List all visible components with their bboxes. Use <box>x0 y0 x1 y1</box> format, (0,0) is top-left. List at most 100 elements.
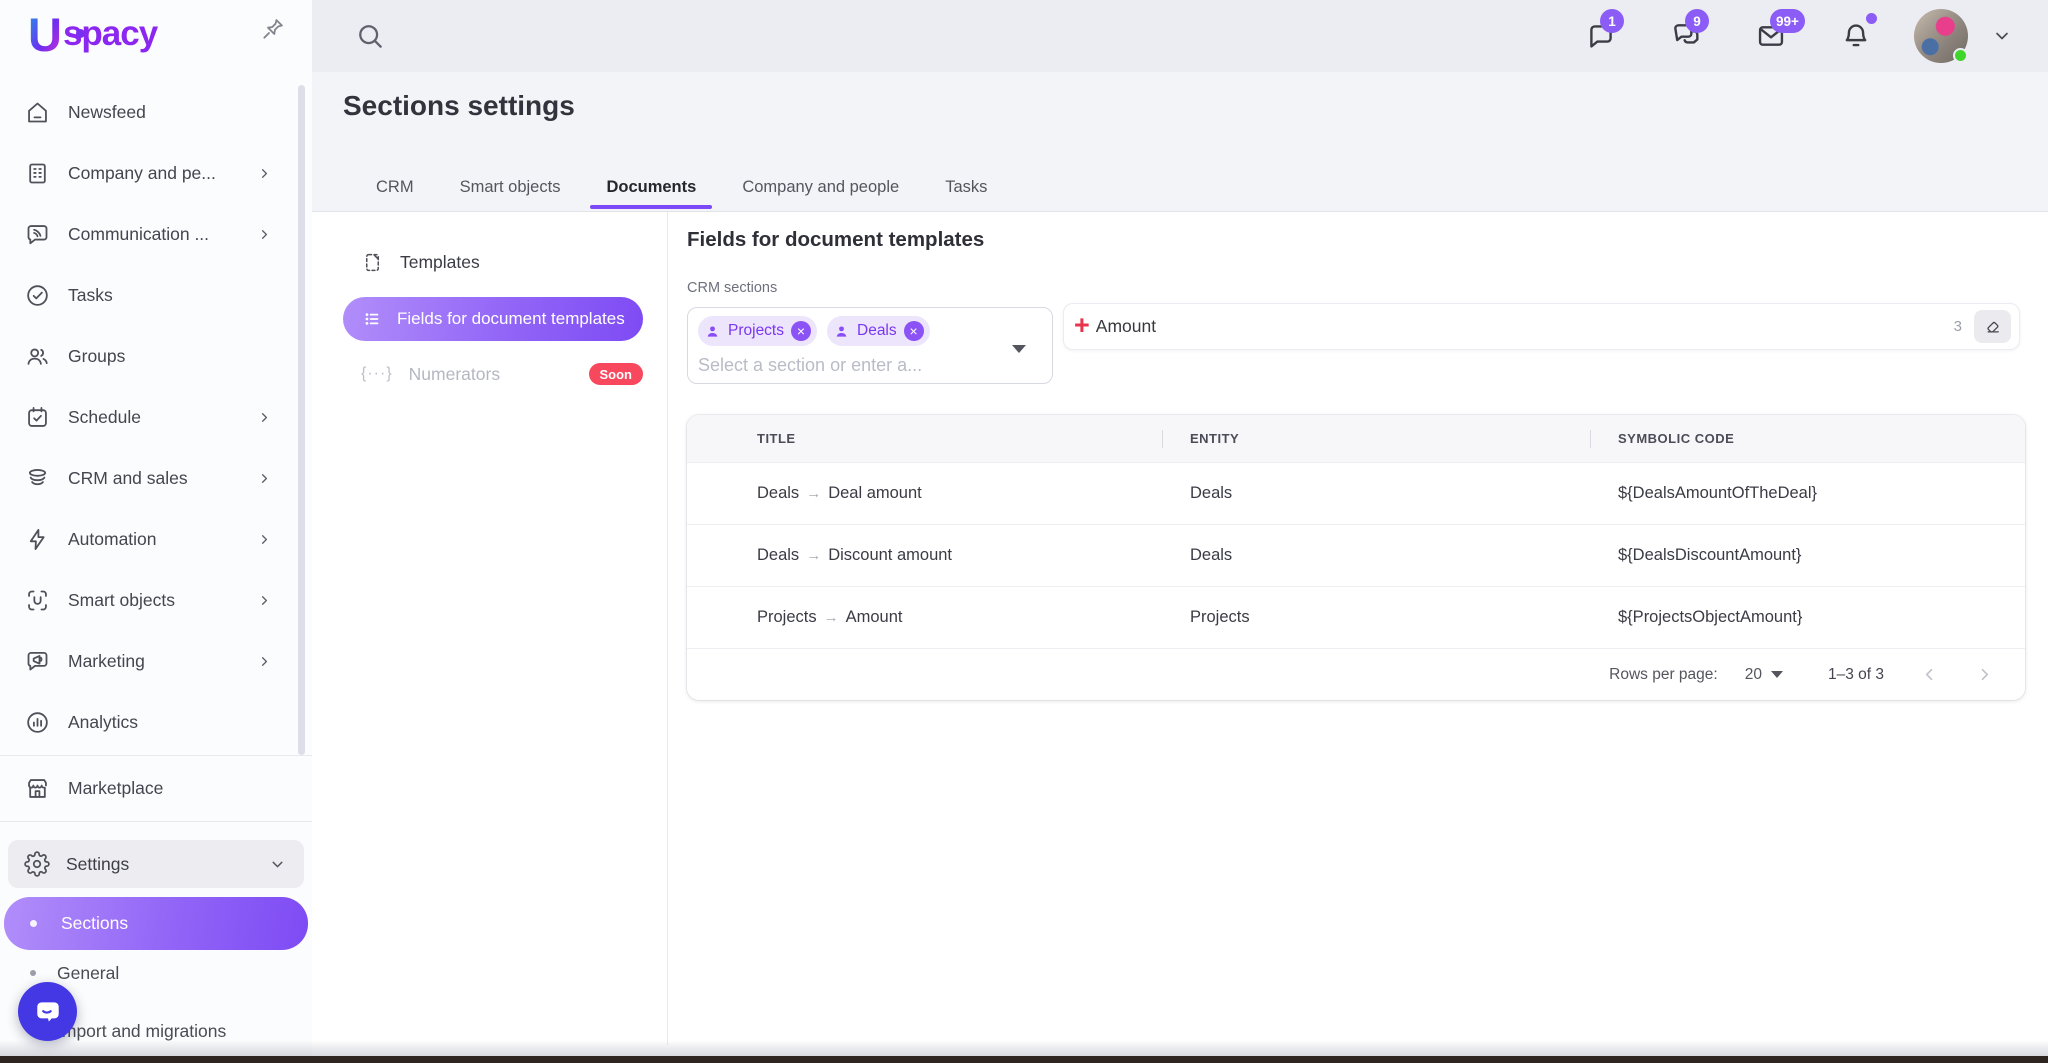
group-chat-button[interactable]: 9 <box>1670 20 1702 52</box>
sidebar-item-communication[interactable]: Communication ... <box>0 204 312 265</box>
chevron-right-icon <box>257 532 272 547</box>
title-from: Deals <box>757 546 799 564</box>
sidebar-item-company-and-people[interactable]: Company and pe... <box>0 143 312 204</box>
tab-crm[interactable]: CRM <box>376 167 414 211</box>
sidebar-item-groups[interactable]: Groups <box>0 326 312 387</box>
chevron-right-icon <box>257 166 272 181</box>
sidebar-item-label: Tasks <box>68 285 113 306</box>
app-screen: U spacy Newsfeed Company and pe... Commu… <box>0 0 2048 1063</box>
sidebar-item-smart-objects[interactable]: Smart objects <box>0 570 312 631</box>
selected-chips: Projects × Deals × <box>698 316 1012 346</box>
section-search-input[interactable] <box>698 351 958 379</box>
rows-per-page-select[interactable]: 20 <box>1745 666 1783 684</box>
chat-smile-icon <box>33 998 63 1026</box>
field-name-input-wrap: + 3 <box>1063 303 2020 350</box>
pagination-range: 1–3 of 3 <box>1828 666 1884 684</box>
arrow-right-icon: → <box>806 547 821 564</box>
chip-close-icon[interactable]: × <box>904 321 924 341</box>
logo-dot <box>76 29 85 38</box>
sidebar-item-marketing[interactable]: Marketing <box>0 631 312 692</box>
online-status-dot <box>1953 48 1968 63</box>
topbar-actions: 1 9 99+ <box>1532 0 2012 72</box>
sidebar-subitem-label: Sections <box>61 913 128 934</box>
sidebar-item-label: Company and pe... <box>68 163 216 184</box>
sidebar-item-label: Automation <box>68 529 157 550</box>
tab-documents[interactable]: Documents <box>606 167 696 211</box>
cell-title: Deals → Deal amount <box>687 484 1162 503</box>
account-chevron-down-icon[interactable] <box>1992 26 2012 46</box>
vertical-divider <box>667 212 668 1045</box>
table-pagination: Rows per page: 20 1–3 of 3 <box>687 648 2025 700</box>
window-bottom-edge <box>0 1056 2048 1063</box>
sidebar-subitem-sections-active[interactable]: Sections <box>4 897 308 950</box>
tab-company-and-people[interactable]: Company and people <box>742 167 899 211</box>
sidebar-item-crm-and-sales[interactable]: CRM and sales <box>0 448 312 509</box>
sidebar-item-analytics[interactable]: Analytics <box>0 692 312 753</box>
column-symbolic-code: SYMBOLIC CODE <box>1590 431 2025 446</box>
search-icon[interactable] <box>354 20 386 52</box>
tab-tasks[interactable]: Tasks <box>945 167 987 211</box>
building-icon <box>24 160 51 187</box>
sidebar-item-settings[interactable]: Settings <box>8 840 304 888</box>
cell-entity: Projects <box>1162 608 1590 627</box>
arrow-right-icon: → <box>806 485 821 502</box>
column-entity: ENTITY <box>1162 431 1590 446</box>
sidebar-item-marketplace[interactable]: Marketplace <box>0 758 312 819</box>
support-chat-button[interactable] <box>18 982 77 1041</box>
bell-icon <box>1840 20 1872 52</box>
char-counter: 3 <box>1954 318 1962 335</box>
sidebar-item-label: Groups <box>68 346 125 367</box>
select-caret-icon[interactable] <box>1012 345 1026 353</box>
cell-code: ${DealsDiscountAmount} <box>1590 546 2025 565</box>
sidebar-item-label: Communication ... <box>68 224 209 245</box>
next-page-button[interactable] <box>1975 665 1994 684</box>
title-to: Deal amount <box>828 484 922 502</box>
subnav-item-fields-active[interactable]: Fields for document templates <box>343 297 643 341</box>
add-cursor-icon: + <box>1074 312 1090 339</box>
user-avatar[interactable] <box>1914 9 1968 63</box>
chat-button[interactable]: 1 <box>1585 20 1617 52</box>
sidebar-pin-icon[interactable] <box>260 16 286 42</box>
list-icon <box>361 308 383 330</box>
sidebar-item-newsfeed[interactable]: Newsfeed <box>0 82 312 143</box>
subnav-item-numerators-disabled: {···} Numerators Soon <box>343 352 643 396</box>
cell-entity: Deals <box>1162 546 1590 565</box>
table-row[interactable]: Deals→Discount amount Deals ${DealsDisco… <box>687 524 2025 586</box>
chart-circle-icon <box>24 709 51 736</box>
subnav-item-templates[interactable]: Templates <box>343 240 643 284</box>
table-row[interactable]: Projects→Amount Projects ${ProjectsObjec… <box>687 586 2025 648</box>
sidebar-item-label: Marketplace <box>68 778 163 799</box>
subnav-item-label: Fields for document templates <box>397 309 625 329</box>
tab-smart-objects[interactable]: Smart objects <box>460 167 561 211</box>
subnav-item-label: Numerators <box>409 364 500 385</box>
notifications-button[interactable] <box>1840 20 1872 52</box>
sidebar-scrollbar[interactable] <box>298 85 305 755</box>
field-name-input[interactable] <box>1096 316 1954 337</box>
check-circle-icon <box>24 282 51 309</box>
previous-page-button[interactable] <box>1920 665 1939 684</box>
sidebar-item-label: Smart objects <box>68 590 175 611</box>
title-from: Deals <box>757 484 799 502</box>
home-icon <box>24 99 51 126</box>
brand-logo[interactable]: U spacy <box>28 6 157 62</box>
cell-title: Deals→Discount amount <box>687 546 1162 565</box>
arrow-right-icon: → <box>824 609 839 626</box>
table-row[interactable]: Deals→Deal amount Deals ${DealsAmountOfT… <box>687 462 2025 524</box>
chip-projects[interactable]: Projects × <box>698 316 817 346</box>
chip-close-icon[interactable]: × <box>791 321 811 341</box>
rows-per-page-value: 20 <box>1745 666 1762 684</box>
mail-button[interactable]: 99+ <box>1755 20 1787 52</box>
crm-sections-select[interactable]: Projects × Deals × <box>687 307 1053 384</box>
chevron-right-icon <box>257 654 272 669</box>
sidebar-item-tasks[interactable]: Tasks <box>0 265 312 326</box>
table-header: TITLE ENTITY SYMBOLIC CODE <box>687 415 2025 462</box>
sidebar-item-automation[interactable]: Automation <box>0 509 312 570</box>
chip-label: Projects <box>728 322 784 340</box>
sidebar-item-schedule[interactable]: Schedule <box>0 387 312 448</box>
clear-button[interactable] <box>1974 310 2011 343</box>
chip-deals[interactable]: Deals × <box>827 316 930 346</box>
sidebar-subitem-label: Import and migrations <box>57 1021 226 1042</box>
cell-title: Projects→Amount <box>687 608 1162 627</box>
content: Templates Fields for document templates … <box>312 213 2048 1056</box>
lightning-icon <box>24 526 51 553</box>
